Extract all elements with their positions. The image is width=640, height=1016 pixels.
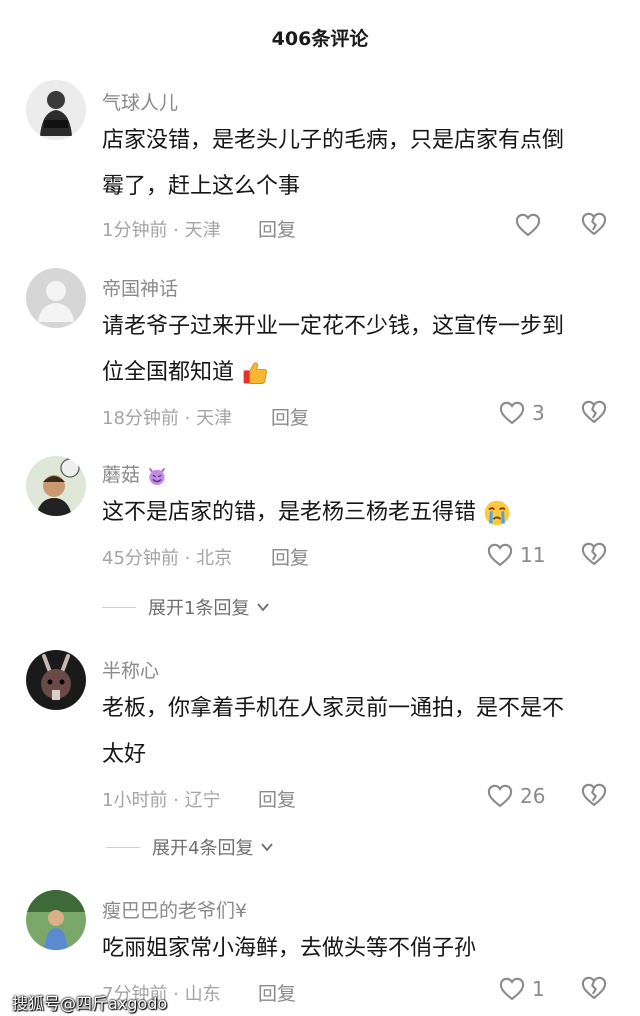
heart-outline-icon [487, 784, 513, 808]
expand-replies-button[interactable]: 展开4条回复 [106, 834, 275, 860]
like-count: 1 [532, 977, 545, 1001]
like-button[interactable]: 3 [498, 398, 545, 428]
avatar[interactable] [26, 890, 86, 950]
avatar[interactable] [26, 456, 86, 516]
comment-text: 吃丽姐家常小海鲜，去做头等不俏子孙 [102, 926, 612, 972]
broken-heart-icon [581, 783, 607, 806]
like-count: 11 [520, 543, 546, 567]
broken-heart-icon [581, 400, 607, 423]
reply-button[interactable]: 回复 [271, 403, 309, 430]
expand-replies-label: 展开1条回复 [148, 598, 250, 619]
chevron-down-icon [257, 603, 270, 612]
like-button[interactable] [514, 210, 548, 240]
thumbs-up-emoji [243, 362, 268, 384]
watermark: 搜狐号@四斤axgodo [12, 994, 168, 1013]
avatar[interactable] [26, 80, 86, 140]
comment-username[interactable]: 气球人儿 [102, 88, 178, 115]
comments-header: 406条评论 [0, 0, 640, 72]
broken-heart-icon [581, 542, 607, 565]
comment-meta: 1分钟前 · 天津 [102, 220, 221, 241]
comment-text-line: 店家没错，是老头儿子的毛病，只是店家有点倒 [102, 128, 565, 153]
comment-text: 老板，你拿着手机在人家灵前一通拍，是不是不 太好 [102, 686, 612, 778]
heart-outline-icon [487, 543, 513, 567]
comment-username[interactable]: 半称心 [102, 656, 159, 683]
comment-text-line-content: 位全国都知道 [102, 360, 235, 385]
comment-text-line: 位全国都知道 [102, 350, 612, 396]
comment-text-line-content: 这不是店家的错，是老杨三杨老五得错 [102, 500, 477, 525]
divider-line [102, 606, 136, 608]
comment-text: 请老爷子过来开业一定花不少钱，这宣传一步到 位全国都知道 [102, 304, 612, 396]
like-count: 3 [532, 401, 545, 425]
comment-text-line: 霉了，赶上这么个事 [102, 174, 301, 199]
dislike-button[interactable] [580, 398, 610, 428]
reply-button[interactable]: 回复 [258, 215, 296, 242]
chevron-down-icon [261, 843, 274, 852]
reply-button[interactable]: 回复 [271, 543, 309, 570]
comment-text-line: 这不是店家的错，是老杨三杨老五得错 [102, 490, 612, 536]
comment-meta: 18分钟前 · 天津 [102, 408, 233, 429]
heart-outline-icon [515, 213, 541, 237]
comment-text-line: 请老爷子过来开业一定花不少钱，这宣传一步到 [102, 314, 565, 339]
expand-replies-label: 展开4条回复 [152, 838, 254, 859]
crying-emoji [484, 500, 510, 526]
dislike-button[interactable] [580, 974, 610, 1004]
heart-outline-icon [499, 977, 525, 1001]
comment-username[interactable]: 蘑菇 [102, 460, 168, 487]
reply-button[interactable]: 回复 [258, 785, 296, 812]
dislike-button[interactable] [580, 540, 610, 570]
comment-text: 这不是店家的错，是老杨三杨老五得错 [102, 490, 612, 536]
comment-meta: 45分钟前 · 北京 [102, 548, 233, 569]
comment-text-line: 老板，你拿着手机在人家灵前一通拍，是不是不 [102, 696, 565, 721]
comment-username[interactable]: 帝国神话 [102, 274, 178, 301]
divider-line [106, 846, 140, 848]
smiling-devil-emoji [149, 467, 165, 485]
dislike-button[interactable] [580, 781, 610, 811]
expand-replies-button[interactable]: 展开1条回复 [102, 594, 271, 620]
comments-count-title: 406条评论 [271, 28, 369, 50]
broken-heart-icon [581, 976, 607, 999]
comment-username[interactable]: 瘦巴巴的老爷们¥ [102, 896, 247, 923]
broken-heart-icon [581, 212, 607, 235]
like-button[interactable]: 11 [486, 540, 545, 570]
avatar[interactable] [26, 268, 86, 328]
dislike-button[interactable] [580, 210, 610, 240]
comment-username-text: 蘑菇 [102, 464, 141, 486]
avatar[interactable] [26, 650, 86, 710]
like-button[interactable]: 26 [486, 781, 545, 811]
comment-meta: 1小时前 · 辽宁 [102, 790, 221, 811]
like-count: 26 [520, 784, 546, 808]
comment-text-line: 吃丽姐家常小海鲜，去做头等不俏子孙 [102, 936, 477, 961]
comment-text: 店家没错，是老头儿子的毛病，只是店家有点倒 霉了，赶上这么个事 [102, 118, 612, 210]
comment-text-line: 太好 [102, 742, 147, 767]
like-button[interactable]: 1 [498, 974, 545, 1004]
heart-outline-icon [499, 401, 525, 425]
reply-button[interactable]: 回复 [258, 979, 296, 1006]
